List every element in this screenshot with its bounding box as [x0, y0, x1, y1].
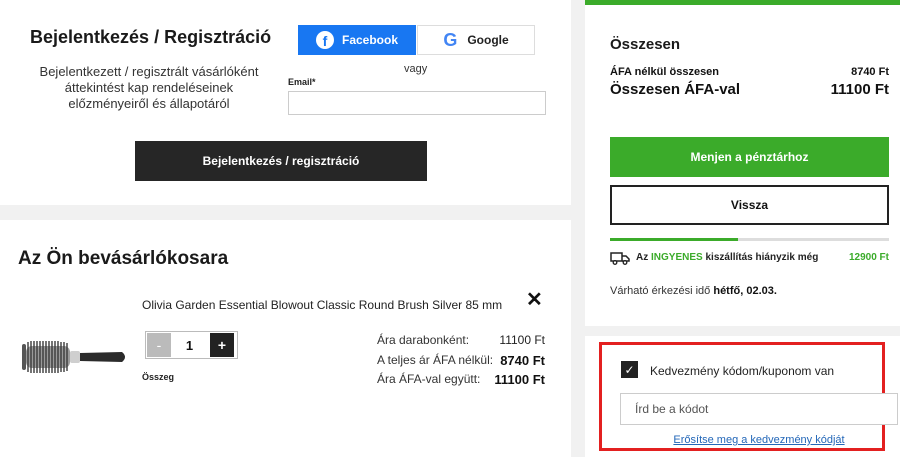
facebook-label: Facebook: [341, 33, 398, 47]
price-row-unit: Ára darabonként: 11100 Ft: [377, 333, 545, 347]
price-row-gross: Ára ÁFA-val együtt: 11100 Ft: [377, 372, 545, 387]
confirm-coupon-link[interactable]: Erősítse meg a kedvezmény kódját: [620, 434, 898, 446]
google-label: Google: [467, 33, 509, 47]
cart-title: Az Ön bevásárlókosara: [18, 248, 229, 269]
google-login-button[interactable]: G Google: [417, 25, 535, 55]
free-shipping-progress-fill: [610, 238, 739, 241]
facebook-icon: f: [315, 31, 334, 49]
gross-total-row: Összesen ÁFA-val 11100 Ft: [610, 81, 889, 98]
free-shipping-progress: [610, 238, 889, 241]
shipping-highlight: INGYENES: [651, 252, 703, 263]
delivery-label: Várható érkezési idő: [610, 285, 711, 297]
net-total-row: ÁFA nélkül összesen 8740 Ft: [610, 66, 889, 78]
sum-label: Összeg: [142, 372, 175, 382]
product-name[interactable]: Olivia Garden Essential Blowout Classic …: [142, 298, 502, 312]
truck-icon: [610, 252, 630, 265]
price-value: 8740 Ft: [500, 353, 545, 368]
gross-total-value: 11100 Ft: [830, 81, 889, 98]
checkout-button[interactable]: Menjen a pénztárhoz: [610, 137, 889, 177]
quantity-value[interactable]: 1: [171, 333, 208, 357]
price-row-net: A teljes ár ÁFA nélkül: 8740 Ft: [377, 353, 545, 368]
or-separator: vagy: [404, 63, 428, 75]
login-panel: Bejelentkezés / Regisztráció Bejelentkez…: [0, 0, 571, 205]
net-total-label: ÁFA nélkül összesen: [610, 66, 720, 78]
email-field[interactable]: [288, 91, 546, 115]
login-register-button[interactable]: Bejelentkezés / regisztráció: [135, 141, 427, 181]
cart-panel: Az Ön bevásárlókosara Olivia Garden Esse…: [0, 220, 571, 457]
summary-title: Összesen: [610, 36, 681, 53]
free-shipping-remaining: 12900 Ft: [848, 252, 889, 263]
summary-panel: Összesen ÁFA nélkül összesen 8740 Ft Öss…: [585, 0, 900, 326]
shipping-suffix: kiszállítás hiányzik még: [705, 252, 819, 263]
price-label: Ára ÁFA-val együtt:: [377, 372, 481, 386]
facebook-login-button[interactable]: f Facebook: [298, 25, 416, 55]
coupon-panel: ✓ Kedvezmény kódom/kuponom van Erősítse …: [585, 336, 900, 457]
login-description: Bejelentkezett / regisztrált vásárlóként…: [39, 64, 259, 111]
expected-delivery: Várható érkezési idő hétfő, 02.03.: [610, 285, 777, 297]
coupon-checkbox[interactable]: ✓: [621, 361, 638, 378]
shipping-prefix: Az: [636, 252, 649, 263]
coupon-code-input[interactable]: [620, 393, 898, 425]
net-total-value: 8740 Ft: [851, 66, 889, 78]
price-value: 11100 Ft: [499, 333, 545, 347]
delivery-date: hétfő, 02.03.: [713, 285, 777, 297]
google-icon: G: [443, 29, 458, 50]
remove-item-icon[interactable]: ✕: [526, 290, 543, 310]
gross-total-label: Összesen ÁFA-val: [610, 81, 741, 98]
price-label: Ára darabonként:: [377, 333, 470, 347]
price-value: 11100 Ft: [494, 372, 545, 387]
free-shipping-message: Az INGYENES kiszállítás hiányzik még: [636, 252, 818, 263]
coupon-highlight-frame: ✓ Kedvezmény kódom/kuponom van Erősítse …: [599, 342, 898, 451]
email-label: Email*: [288, 77, 316, 87]
login-title: Bejelentkezés / Regisztráció: [30, 27, 272, 47]
quantity-decrease-button[interactable]: -: [147, 333, 171, 357]
back-button[interactable]: Vissza: [610, 185, 889, 225]
quantity-increase-button[interactable]: +: [210, 333, 234, 357]
coupon-checkbox-label[interactable]: Kedvezmény kódom/kuponom van: [650, 364, 834, 378]
product-image[interactable]: [20, 332, 130, 382]
price-label: A teljes ár ÁFA nélkül:: [377, 353, 494, 367]
